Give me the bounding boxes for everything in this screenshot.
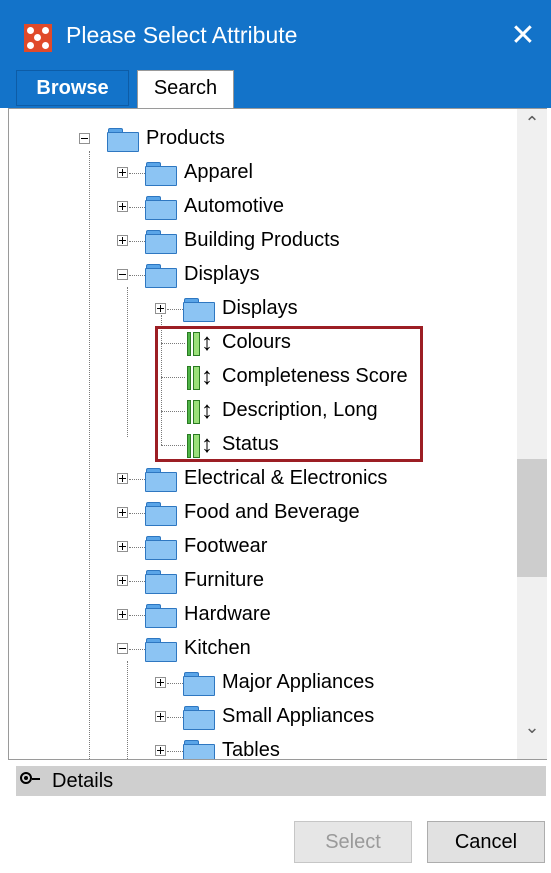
collapse-icon[interactable] [117, 269, 128, 280]
folder-icon [183, 298, 215, 322]
folder-icon [145, 604, 177, 628]
expand-icon[interactable] [155, 677, 166, 688]
folder-icon [183, 740, 215, 759]
tree-item-label: Building Products [184, 229, 340, 251]
expand-icon[interactable] [117, 507, 128, 518]
folder-icon [145, 196, 177, 220]
expand-icon[interactable] [117, 541, 128, 552]
collapse-icon[interactable] [117, 643, 128, 654]
title-bar: Please Select Attribute ✕ [0, 0, 551, 72]
tree-item-label: Kitchen [184, 637, 251, 659]
folder-icon [145, 536, 177, 560]
expand-icon[interactable] [117, 609, 128, 620]
folder-icon [183, 706, 215, 730]
tree-guide [127, 287, 128, 437]
expand-icon[interactable] [155, 745, 166, 756]
expand-icon[interactable] [117, 167, 128, 178]
tree-item-label: Automotive [184, 195, 285, 217]
expand-icon[interactable] [155, 303, 166, 314]
tree-item-label: Tables [222, 739, 280, 759]
expand-icon[interactable] [117, 201, 128, 212]
scroll-up-icon[interactable]: ⌃ [517, 113, 547, 141]
details-label: Details [52, 770, 114, 792]
tab-browse[interactable]: Browse [16, 70, 129, 106]
tree-guide [127, 661, 128, 759]
tree-item-label: Furniture [184, 569, 265, 591]
cancel-button[interactable]: Cancel [427, 821, 545, 863]
tree-item-label: Footwear [184, 535, 268, 557]
tree-item-label: Major Appliances [222, 671, 375, 693]
tree-item-label: Hardware [184, 603, 271, 625]
close-icon[interactable]: ✕ [500, 16, 546, 56]
expand-details-icon[interactable] [20, 772, 32, 784]
folder-icon [145, 264, 177, 288]
tree-item-label: Small Appliances [222, 705, 375, 727]
expand-icon[interactable] [117, 575, 128, 586]
tree-item-label: Products [146, 127, 225, 149]
window-title: Please Select Attribute [66, 22, 298, 48]
expand-icon[interactable] [155, 711, 166, 722]
vertical-scrollbar[interactable]: ⌃ ⌄ [517, 109, 547, 759]
folder-icon [145, 638, 177, 662]
folder-icon [183, 672, 215, 696]
tree-item-label: Electrical & Electronics [184, 467, 388, 489]
expand-icon[interactable] [117, 473, 128, 484]
folder-icon [107, 128, 139, 152]
app-icon [24, 24, 52, 52]
tab-search[interactable]: Search [137, 70, 234, 108]
tree-guide [89, 151, 90, 759]
details-section[interactable]: Details [16, 766, 546, 796]
tree-item-label: Displays [222, 297, 298, 319]
expand-icon[interactable] [117, 235, 128, 246]
highlight-box [155, 326, 423, 462]
tree-item-label: Food and Beverage [184, 501, 360, 523]
folder-icon [145, 162, 177, 186]
collapse-icon[interactable] [79, 133, 90, 144]
tree-item-label: Displays [184, 263, 260, 285]
select-button[interactable]: Select [294, 821, 412, 863]
scrollbar-thumb[interactable] [517, 459, 547, 577]
folder-icon [145, 230, 177, 254]
folder-icon [145, 468, 177, 492]
folder-icon [145, 502, 177, 526]
folder-icon [145, 570, 177, 594]
scroll-down-icon[interactable]: ⌄ [517, 717, 547, 745]
tree-item-label: Apparel [184, 161, 253, 183]
